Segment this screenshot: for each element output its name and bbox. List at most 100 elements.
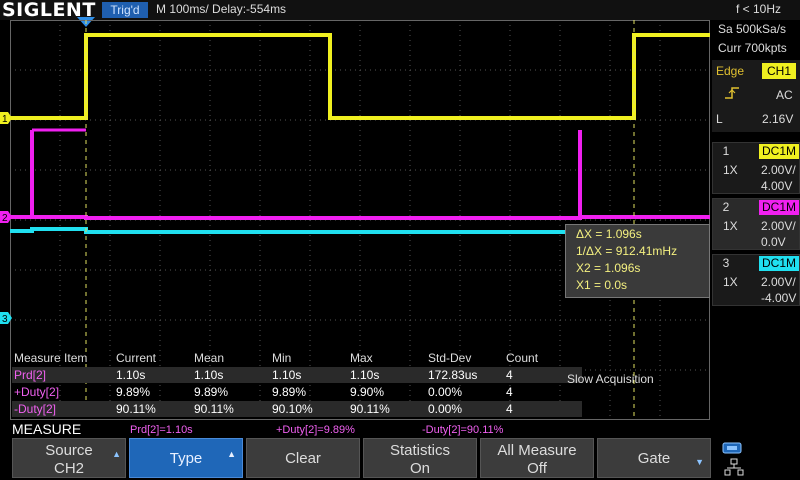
header-count: Count	[506, 351, 539, 365]
delay-value: Delay:-554ms	[212, 2, 287, 16]
ch2-coupling: DC1M	[759, 200, 799, 215]
table-row[interactable]: -Duty[2] 90.11% 90.11% 90.10% 90.11% 0.0…	[12, 401, 582, 417]
softkey-label: Gate	[637, 450, 671, 467]
clear-softkey[interactable]: Clear	[246, 438, 360, 478]
row-stddev: 0.00%	[428, 385, 463, 399]
usb-icon	[722, 442, 742, 454]
ch1-number: 1	[722, 144, 730, 158]
ch1-offset: 4.00V	[761, 179, 793, 193]
ch1-scale: 2.00V/	[761, 163, 796, 177]
ch2-level-marker[interactable]: 2	[0, 211, 12, 223]
measure-summary-prd: Prd[2]=1.10s	[130, 424, 193, 436]
header-min: Min	[272, 351, 292, 365]
row-mean: 90.11%	[194, 402, 234, 416]
frequency-readout: f < 10Hz	[736, 2, 782, 16]
row-item: Prd[2]	[14, 368, 47, 382]
cursor-readout-box: ΔX = 1.096s 1/ΔX = 912.41mHz X2 = 1.096s…	[565, 224, 710, 298]
inverse-delta-x-readout: 1/ΔX = 912.41mHz	[576, 244, 678, 258]
measure-summary-plus-duty: +Duty[2]=9.89%	[276, 424, 355, 436]
trigger-level-value: 2.16V	[762, 112, 794, 126]
ch1-marker-label: 1	[2, 114, 8, 124]
row-item: +Duty[2]	[14, 385, 60, 399]
memory-depth: Curr 700kpts	[718, 41, 787, 55]
acquisition-status: Slow Acquisition	[567, 372, 654, 386]
softkey-value: Off	[527, 460, 547, 477]
ch1-probe: 1X	[723, 163, 738, 177]
softkey-label: Type	[169, 450, 203, 467]
ch2-probe: 1X	[723, 219, 738, 233]
row-min: 90.10%	[272, 402, 313, 416]
softkey-label: Statistics	[389, 442, 450, 459]
row-current: 9.89%	[116, 385, 151, 399]
softkey-value: CH2	[53, 460, 84, 477]
row-item: -Duty[2]	[14, 402, 57, 416]
table-row[interactable]: Prd[2] 1.10s 1.10s 1.10s 1.10s 172.83us …	[12, 367, 582, 383]
ch2-offset: 0.0V	[761, 235, 786, 249]
ch3-settings-panel[interactable]: 3 DC1M 1X 2.00V/ -4.00V	[712, 254, 800, 306]
row-min: 1.10s	[272, 368, 302, 382]
arrow-up-icon: ▲	[112, 449, 121, 459]
source-softkey[interactable]: Source CH2 ▲	[12, 438, 126, 478]
row-current: 1.10s	[116, 368, 146, 382]
table-header-row: Measure Item Current Mean Min Max Std-De…	[12, 350, 582, 366]
row-stddev: 0.00%	[428, 402, 463, 416]
x1-readout: X1 = 0.0s	[576, 278, 628, 292]
header-mean: Mean	[194, 351, 225, 365]
softkey-value: On	[409, 460, 430, 477]
header-current: Current	[116, 351, 157, 365]
ch3-probe: 1X	[723, 275, 738, 289]
row-count: 4	[506, 402, 513, 416]
arrow-up-icon: ▲	[227, 449, 236, 459]
row-mean: 1.10s	[194, 368, 224, 382]
trigger-status-badge: Trig'd	[102, 2, 148, 18]
row-mean: 9.89%	[194, 385, 229, 399]
ch3-marker-label: 3	[2, 314, 8, 324]
network-icon	[724, 458, 744, 476]
ch1-settings-panel[interactable]: 1 DC1M 1X 2.00V/ 4.00V	[712, 142, 800, 194]
ch2-marker-label: 2	[2, 213, 8, 223]
trigger-coupling: AC	[776, 88, 793, 102]
table-row[interactable]: +Duty[2] 9.89% 9.89% 9.89% 9.90% 0.00% 4	[12, 384, 582, 400]
right-info-panel: Sa 500kSa/s Curr 700kpts Edge CH1 AC L 2…	[712, 20, 800, 420]
header-measure-item: Measure Item	[14, 351, 88, 365]
ch3-coupling: DC1M	[759, 256, 799, 271]
ch2-number: 2	[722, 200, 730, 214]
row-current: 90.11%	[116, 402, 156, 416]
ch3-scale: 2.00V/	[761, 275, 796, 289]
ch2-waveform-main	[10, 130, 710, 220]
statistics-softkey[interactable]: Statistics On	[363, 438, 477, 478]
trigger-level-label: L	[716, 112, 723, 126]
timebase-value: M 100ms/	[156, 2, 209, 16]
x2-readout: X2 = 1.096s	[576, 261, 641, 275]
ch2-settings-panel[interactable]: 2 DC1M 1X 2.00V/ 0.0V	[712, 198, 800, 250]
header-std-dev: Std-Dev	[428, 351, 472, 365]
softkey-label: Source	[45, 442, 93, 459]
softkey-label: Clear	[285, 450, 321, 467]
row-max: 90.11%	[350, 402, 390, 416]
row-count: 4	[506, 368, 513, 382]
ch3-number: 3	[722, 256, 730, 270]
arrow-down-icon: ▼	[695, 457, 704, 467]
row-max: 1.10s	[350, 368, 380, 382]
ch1-level-marker[interactable]: 1	[0, 112, 12, 124]
trigger-source: CH1	[762, 63, 796, 79]
gate-softkey[interactable]: Gate ▼	[597, 438, 711, 478]
type-softkey[interactable]: Type ▲	[129, 438, 243, 478]
measure-summary-minus-duty: -Duty[2]=90.11%	[422, 424, 504, 436]
row-count: 4	[506, 385, 513, 399]
sample-rate: Sa 500kSa/s	[718, 22, 787, 36]
trigger-type: Edge	[716, 64, 745, 78]
row-min: 9.89%	[272, 385, 307, 399]
ch2-scale: 2.00V/	[761, 219, 796, 233]
menu-title: MEASURE	[12, 421, 82, 437]
delta-x-readout: ΔX = 1.096s	[576, 227, 642, 241]
trigger-panel[interactable]: Edge CH1 AC L 2.16V	[712, 60, 800, 132]
row-stddev: 172.83us	[428, 368, 478, 382]
ch3-offset: -4.00V	[761, 291, 797, 305]
ch1-coupling: DC1M	[759, 144, 799, 159]
timebase-readout[interactable]: M 100ms/ Delay:-554ms	[156, 2, 286, 16]
ch3-level-marker[interactable]: 3	[0, 312, 12, 324]
row-max: 9.90%	[350, 385, 385, 399]
all-measure-softkey[interactable]: All Measure Off	[480, 438, 594, 478]
softkey-label: All Measure	[497, 442, 577, 459]
